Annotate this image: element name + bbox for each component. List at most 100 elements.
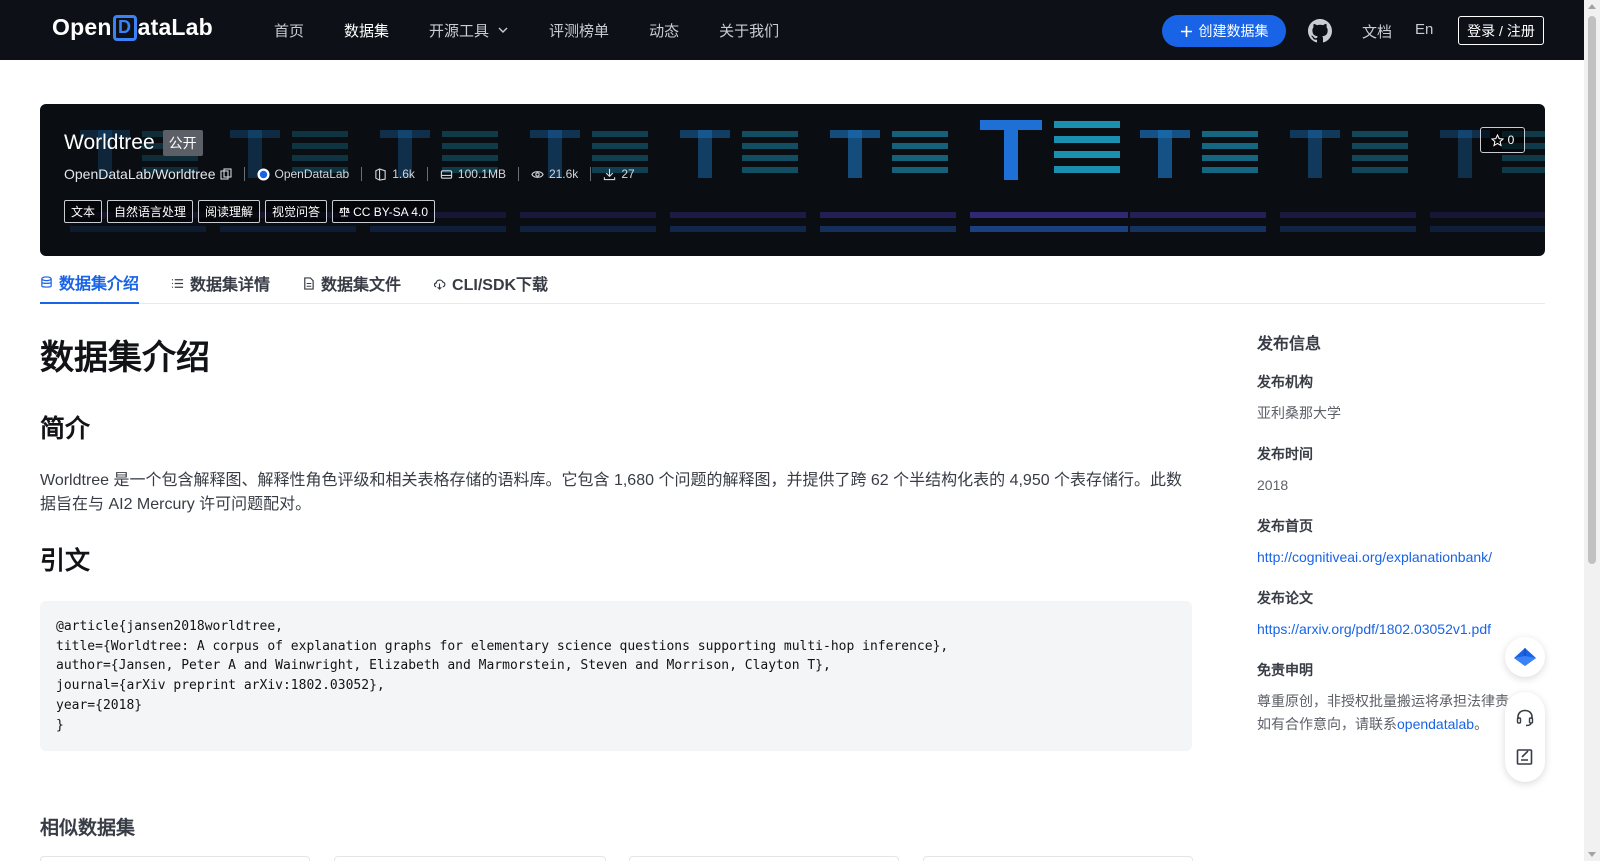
nav-about[interactable]: 关于我们 bbox=[719, 20, 779, 41]
edit-note-icon[interactable] bbox=[1515, 747, 1535, 767]
scroll-up-arrow-icon[interactable] bbox=[1588, 4, 1596, 9]
similar-dataset-card[interactable] bbox=[629, 856, 899, 861]
nav-leaderboard[interactable]: 评测榜单 bbox=[549, 20, 609, 41]
files-icon bbox=[375, 167, 386, 181]
nav-open-tools-label: 开源工具 bbox=[429, 22, 490, 40]
page-scrollbar[interactable] bbox=[1584, 0, 1600, 861]
tab-files[interactable]: 数据集文件 bbox=[302, 262, 401, 304]
meta-divider bbox=[426, 167, 428, 181]
tab-intro[interactable]: 数据集介绍 bbox=[40, 262, 140, 304]
dataset-tabs: 数据集介绍 数据集详情 数据集文件 CLI/SDK下载 bbox=[40, 262, 1545, 304]
star-count: 0 bbox=[1507, 133, 1515, 147]
contact-opendatalab-link[interactable]: opendatalab bbox=[1397, 716, 1474, 732]
citation-code-block[interactable]: @article{jansen2018worldtree, title={Wor… bbox=[40, 601, 1192, 752]
dataset-name: Worldtree bbox=[64, 131, 155, 154]
feedback-bird-button[interactable] bbox=[1505, 637, 1545, 677]
star-icon bbox=[1490, 133, 1504, 147]
file-icon bbox=[304, 276, 314, 290]
similar-dataset-card[interactable] bbox=[923, 856, 1193, 861]
language-switch[interactable]: En bbox=[1415, 21, 1433, 38]
top-navbar: Open DataLab 首页 数据集 开源工具 评测榜单 动态 关于我们 创建数… bbox=[0, 0, 1584, 60]
time-label: 发布时间 bbox=[1257, 446, 1313, 462]
nav-news[interactable]: 动态 bbox=[649, 20, 679, 41]
dataset-meta-row: OpenDataLab/Worldtree OpenDataLab 1.6k 1… bbox=[64, 166, 635, 182]
visibility-badge: 公开 bbox=[162, 130, 203, 156]
similar-dataset-card[interactable] bbox=[334, 856, 606, 861]
headset-support-icon[interactable] bbox=[1515, 708, 1535, 728]
tab-intro-label: 数据集介绍 bbox=[59, 276, 140, 293]
meta-divider bbox=[361, 167, 363, 181]
page-title: 数据集介绍 bbox=[40, 339, 210, 377]
tag-nlp[interactable]: 自然语言处理 bbox=[107, 200, 194, 223]
file-count: 1.6k bbox=[374, 167, 415, 181]
database-icon bbox=[41, 275, 52, 288]
copy-icon[interactable] bbox=[219, 168, 232, 180]
license-label: CC BY-SA 4.0 bbox=[353, 204, 428, 219]
publisher-avatar-icon bbox=[256, 167, 270, 181]
create-dataset-label: 创建数据集 bbox=[1198, 23, 1269, 39]
publisher-name: OpenDataLab bbox=[274, 167, 350, 181]
opendatalab-logo[interactable]: Open DataLab bbox=[52, 14, 213, 41]
logo-d-mark: D bbox=[112, 14, 137, 41]
disclaimer-label: 免责申明 bbox=[1257, 662, 1313, 678]
tab-cli-sdk[interactable]: CLI/SDK下载 bbox=[433, 262, 548, 304]
org-label: 发布机构 bbox=[1257, 374, 1313, 390]
tab-cli-sdk-label: CLI/SDK下载 bbox=[452, 277, 549, 294]
star-button[interactable]: 0 bbox=[1480, 127, 1525, 153]
tag-vqa[interactable]: 视觉问答 bbox=[265, 200, 328, 223]
repo-path-text: OpenDataLab/Worldtree bbox=[64, 166, 216, 182]
file-count-value: 1.6k bbox=[392, 167, 415, 181]
storage-icon bbox=[440, 169, 453, 179]
download-icon bbox=[604, 168, 616, 180]
citation-heading: 引文 bbox=[40, 547, 91, 575]
publish-info-heading: 发布信息 bbox=[1257, 336, 1322, 353]
dataset-size: 100.1MB bbox=[440, 167, 506, 181]
publish-info-sidebar: 发布信息 发布机构 亚利桑那大学 发布时间 2018 发布首页 http://c… bbox=[1257, 330, 1537, 736]
login-register-button[interactable]: 登录 / 注册 bbox=[1458, 16, 1544, 45]
intro-paragraph: Worldtree 是一个包含解释图、解释性角色评级和相关表格存储的语料库。它包… bbox=[40, 472, 1183, 513]
time-value: 2018 bbox=[1257, 477, 1289, 493]
dataset-title-row: Worldtree 公开 bbox=[64, 130, 203, 156]
cloud-download-icon bbox=[433, 279, 446, 290]
similar-dataset-card[interactable] bbox=[40, 856, 310, 861]
view-count-value: 21.6k bbox=[548, 167, 579, 181]
logo-text-open: Open bbox=[52, 14, 112, 40]
tag-text[interactable]: 文本 bbox=[64, 200, 103, 223]
tab-details[interactable]: 数据集详情 bbox=[171, 262, 270, 304]
nav-open-tools[interactable]: 开源工具 bbox=[429, 20, 509, 41]
nav-home[interactable]: 首页 bbox=[274, 20, 304, 41]
paper-label: 发布论文 bbox=[1257, 590, 1313, 606]
license-tag[interactable]: CC BY-SA 4.0 bbox=[332, 200, 435, 223]
scrollbar-thumb[interactable] bbox=[1588, 16, 1596, 564]
disclaimer-line2-text: 如有合作意向，请联系 bbox=[1257, 716, 1397, 732]
intro-heading: 简介 bbox=[40, 415, 91, 443]
download-count-value: 27 bbox=[621, 167, 635, 181]
view-count: 21.6k bbox=[531, 167, 578, 181]
dataset-size-value: 100.1MB bbox=[457, 167, 506, 181]
meta-divider bbox=[517, 167, 519, 181]
download-count: 27 bbox=[603, 167, 635, 181]
disclaimer-line2: 如有合作意向，请联系opendatalab。 bbox=[1257, 713, 1511, 736]
floating-toolbar bbox=[1505, 692, 1545, 782]
nav-datasets[interactable]: 数据集 bbox=[344, 20, 389, 41]
github-icon[interactable] bbox=[1308, 19, 1332, 43]
homepage-label: 发布首页 bbox=[1257, 518, 1313, 534]
dataset-tags: 文本 自然语言处理 阅读理解 视觉问答 CC BY-SA 4.0 bbox=[64, 200, 435, 223]
logo-text-atalab: ataLab bbox=[137, 14, 213, 40]
create-dataset-button[interactable]: 创建数据集 bbox=[1162, 15, 1286, 47]
scroll-down-arrow-icon[interactable] bbox=[1588, 852, 1596, 857]
homepage-link[interactable]: http://cognitiveai.org/explanationbank/ bbox=[1257, 546, 1537, 568]
bird-icon bbox=[1514, 648, 1536, 666]
publisher[interactable]: OpenDataLab bbox=[256, 167, 350, 181]
similar-datasets-heading: 相似数据集 bbox=[40, 818, 136, 839]
disclaimer-text: 尊重原创，非授权批量搬运将承担法律责 如有合作意向，请联系opendatalab… bbox=[1257, 690, 1511, 736]
paper-link[interactable]: https://arxiv.org/pdf/1802.03052v1.pdf bbox=[1257, 618, 1537, 640]
nav-docs-link[interactable]: 文档 bbox=[1362, 21, 1392, 42]
chevron-down-icon bbox=[498, 27, 508, 33]
list-icon bbox=[171, 278, 184, 288]
scale-icon bbox=[339, 206, 350, 217]
main-nav: 首页 数据集 开源工具 评测榜单 动态 关于我们 bbox=[274, 0, 819, 60]
meta-divider bbox=[590, 167, 592, 181]
tag-reading-comprehension[interactable]: 阅读理解 bbox=[198, 200, 261, 223]
disclaimer-line2-end: 。 bbox=[1474, 716, 1489, 732]
